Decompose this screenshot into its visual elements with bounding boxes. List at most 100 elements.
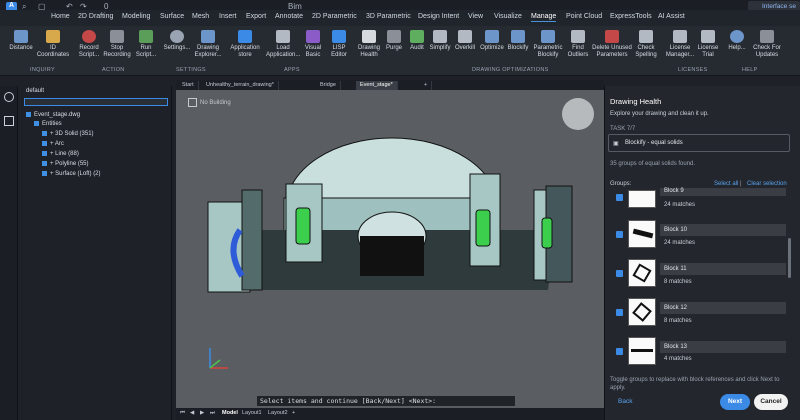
help-button[interactable]: Help...	[726, 30, 748, 52]
license-manager-button[interactable]: License Manager...	[664, 30, 696, 59]
parametric-blockify-button[interactable]: Parametric Blockify	[532, 30, 564, 59]
menu-visualize[interactable]: Visualize	[494, 13, 522, 20]
block-checkbox[interactable]	[616, 348, 623, 355]
clear-selection-link[interactable]: Clear selection	[747, 181, 787, 187]
purge-button[interactable]: Purge	[383, 30, 405, 52]
footer-hint: Toggle groups to replace with block refe…	[610, 377, 780, 391]
nav-last-icon[interactable]: ⏭	[210, 410, 215, 417]
id-coordinates-button[interactable]: ID Coordinates	[34, 30, 72, 59]
panel-search-input[interactable]	[24, 98, 168, 106]
menu-export[interactable]: Export	[246, 13, 266, 20]
settings-button[interactable]: Settings...	[161, 30, 193, 52]
find-outliers-button[interactable]: Find Outliers	[566, 30, 590, 59]
tab-layout1[interactable]: Layout1	[242, 410, 262, 416]
next-button[interactable]: Next	[720, 394, 750, 410]
visual-basic-button[interactable]: Visual Basic	[301, 30, 325, 59]
tree-item[interactable]: + Polyline (55)	[42, 161, 89, 167]
menu-surface[interactable]: Surface	[160, 13, 184, 20]
menu-home[interactable]: Home	[51, 13, 70, 20]
menu-point-cloud[interactable]: Point Cloud	[566, 13, 602, 20]
add-tab-button[interactable]: +	[420, 81, 433, 90]
license-trial-button[interactable]: License Trial	[696, 30, 720, 59]
drawing-explorer-button[interactable]: Drawing Explorer...	[193, 30, 223, 59]
menu-2d-drafting[interactable]: 2D Drafting	[78, 13, 113, 20]
select-all-link[interactable]: Select all	[714, 181, 738, 187]
load-application-button[interactable]: Load Application...	[266, 30, 300, 59]
settings-label: Settings...	[163, 45, 191, 51]
tab-unhealthy-terrain[interactable]: Unhealthy_terrain_drawing*	[202, 81, 279, 90]
block-checkbox[interactable]	[616, 270, 623, 277]
add-layout-button[interactable]: +	[292, 410, 295, 416]
optimize-button[interactable]: Optimize	[479, 30, 505, 52]
lisp-editor-button[interactable]: LISP Editor	[327, 30, 351, 59]
layer-name[interactable]: default	[26, 88, 44, 94]
gear-icon	[170, 30, 184, 43]
run-script-button[interactable]: Run Script...	[131, 30, 161, 59]
block-checkbox[interactable]	[616, 309, 623, 316]
overkill-button[interactable]: Overkill	[453, 30, 477, 52]
group-licenses: LICENSES	[678, 67, 708, 73]
menu-modeling[interactable]: Modeling	[122, 13, 150, 20]
check-updates-button[interactable]: Check For Updates	[750, 30, 784, 59]
menu-ai-assist[interactable]: AI Assist	[658, 13, 685, 20]
stop-recording-button[interactable]: Stop Recording	[102, 30, 132, 59]
block-checkbox[interactable]	[616, 231, 623, 238]
tree-item-label: Surface (Loft) (2)	[55, 171, 101, 178]
delete-unused-parameters-button[interactable]: Delete Unused Parameters	[590, 30, 634, 59]
menu-design-intent[interactable]: Design Intent	[418, 13, 459, 20]
tab-start[interactable]: Start	[178, 81, 199, 90]
tree-item[interactable]: + Arc	[42, 141, 64, 147]
record-script-button[interactable]: Record Script...	[74, 30, 104, 59]
menu-manage[interactable]: Manage	[531, 13, 557, 22]
audit-button[interactable]: Audit	[406, 30, 428, 52]
visual-basic-label: Visual Basic	[304, 45, 322, 58]
block-thumbnail	[628, 298, 656, 326]
menu-insert[interactable]: Insert	[219, 13, 237, 20]
groups-scrollbar[interactable]	[788, 238, 791, 278]
panel-subtitle: Explore your drawing and clean it up.	[610, 111, 709, 117]
drawing-viewport[interactable]: No Building	[176, 90, 604, 408]
simplify-button[interactable]: Simplify	[428, 30, 452, 52]
optimize-label: Optimize	[480, 45, 504, 51]
tree-item[interactable]: + Surface (Loft) (2)	[42, 171, 101, 177]
left-toolbar	[0, 86, 18, 420]
menu-expresstools[interactable]: ExpressTools	[610, 13, 652, 20]
layout-tabs: ⏮ ◀ ▶ ⏭ Model Layout1 Layout2 +	[176, 408, 604, 420]
menu-2d-parametric[interactable]: 2D Parametric	[312, 13, 357, 20]
check-spelling-label: Check Spelling	[635, 45, 657, 58]
drawing-health-button[interactable]: Drawing Health	[356, 30, 382, 59]
stage-model	[207, 137, 573, 369]
overkill-icon	[458, 30, 472, 43]
application-store-button[interactable]: Application store	[228, 30, 262, 59]
back-button[interactable]: Back	[618, 398, 632, 405]
tab-bridge[interactable]: Bridge	[316, 81, 341, 90]
explorer-icon	[201, 30, 215, 43]
store-icon	[238, 30, 252, 43]
command-line[interactable]: Select items and continue [Back/Next] <N…	[257, 396, 515, 406]
check-spelling-button[interactable]: Check Spelling	[634, 30, 658, 59]
block-thumbnail	[628, 259, 656, 287]
nav-next-icon[interactable]: ▶	[200, 410, 204, 416]
tab-layout2[interactable]: Layout2	[268, 410, 288, 416]
nav-first-icon[interactable]: ⏮	[180, 410, 185, 417]
block-matches: 24 matches	[664, 202, 696, 208]
nav-prev-icon[interactable]: ◀	[190, 410, 194, 416]
menu-view[interactable]: View	[468, 13, 483, 20]
block-checkbox[interactable]	[616, 194, 623, 201]
tree-entities[interactable]: Entities	[34, 121, 62, 127]
menu-mesh[interactable]: Mesh	[192, 13, 209, 20]
tab-event-stage[interactable]: Event_stage*	[356, 81, 398, 90]
bulb-icon[interactable]	[4, 92, 14, 102]
menu-3d-parametric[interactable]: 3D Parametric	[366, 13, 411, 20]
distance-button[interactable]: Distance	[6, 30, 36, 52]
menu-annotate[interactable]: Annotate	[275, 13, 303, 20]
tree-item-label: Arc	[54, 141, 64, 148]
blockify-button[interactable]: Blockify	[505, 30, 531, 52]
run-script-label: Run Script...	[135, 45, 157, 58]
tab-model[interactable]: Model	[222, 410, 238, 416]
tree-item[interactable]: + Line (88)	[42, 151, 79, 157]
structure-icon[interactable]	[4, 116, 14, 126]
cancel-button[interactable]: Cancel	[754, 394, 788, 410]
tree-file[interactable]: Event_stage.dwg	[26, 112, 80, 118]
tree-item[interactable]: + 3D Solid (351)	[42, 131, 94, 137]
